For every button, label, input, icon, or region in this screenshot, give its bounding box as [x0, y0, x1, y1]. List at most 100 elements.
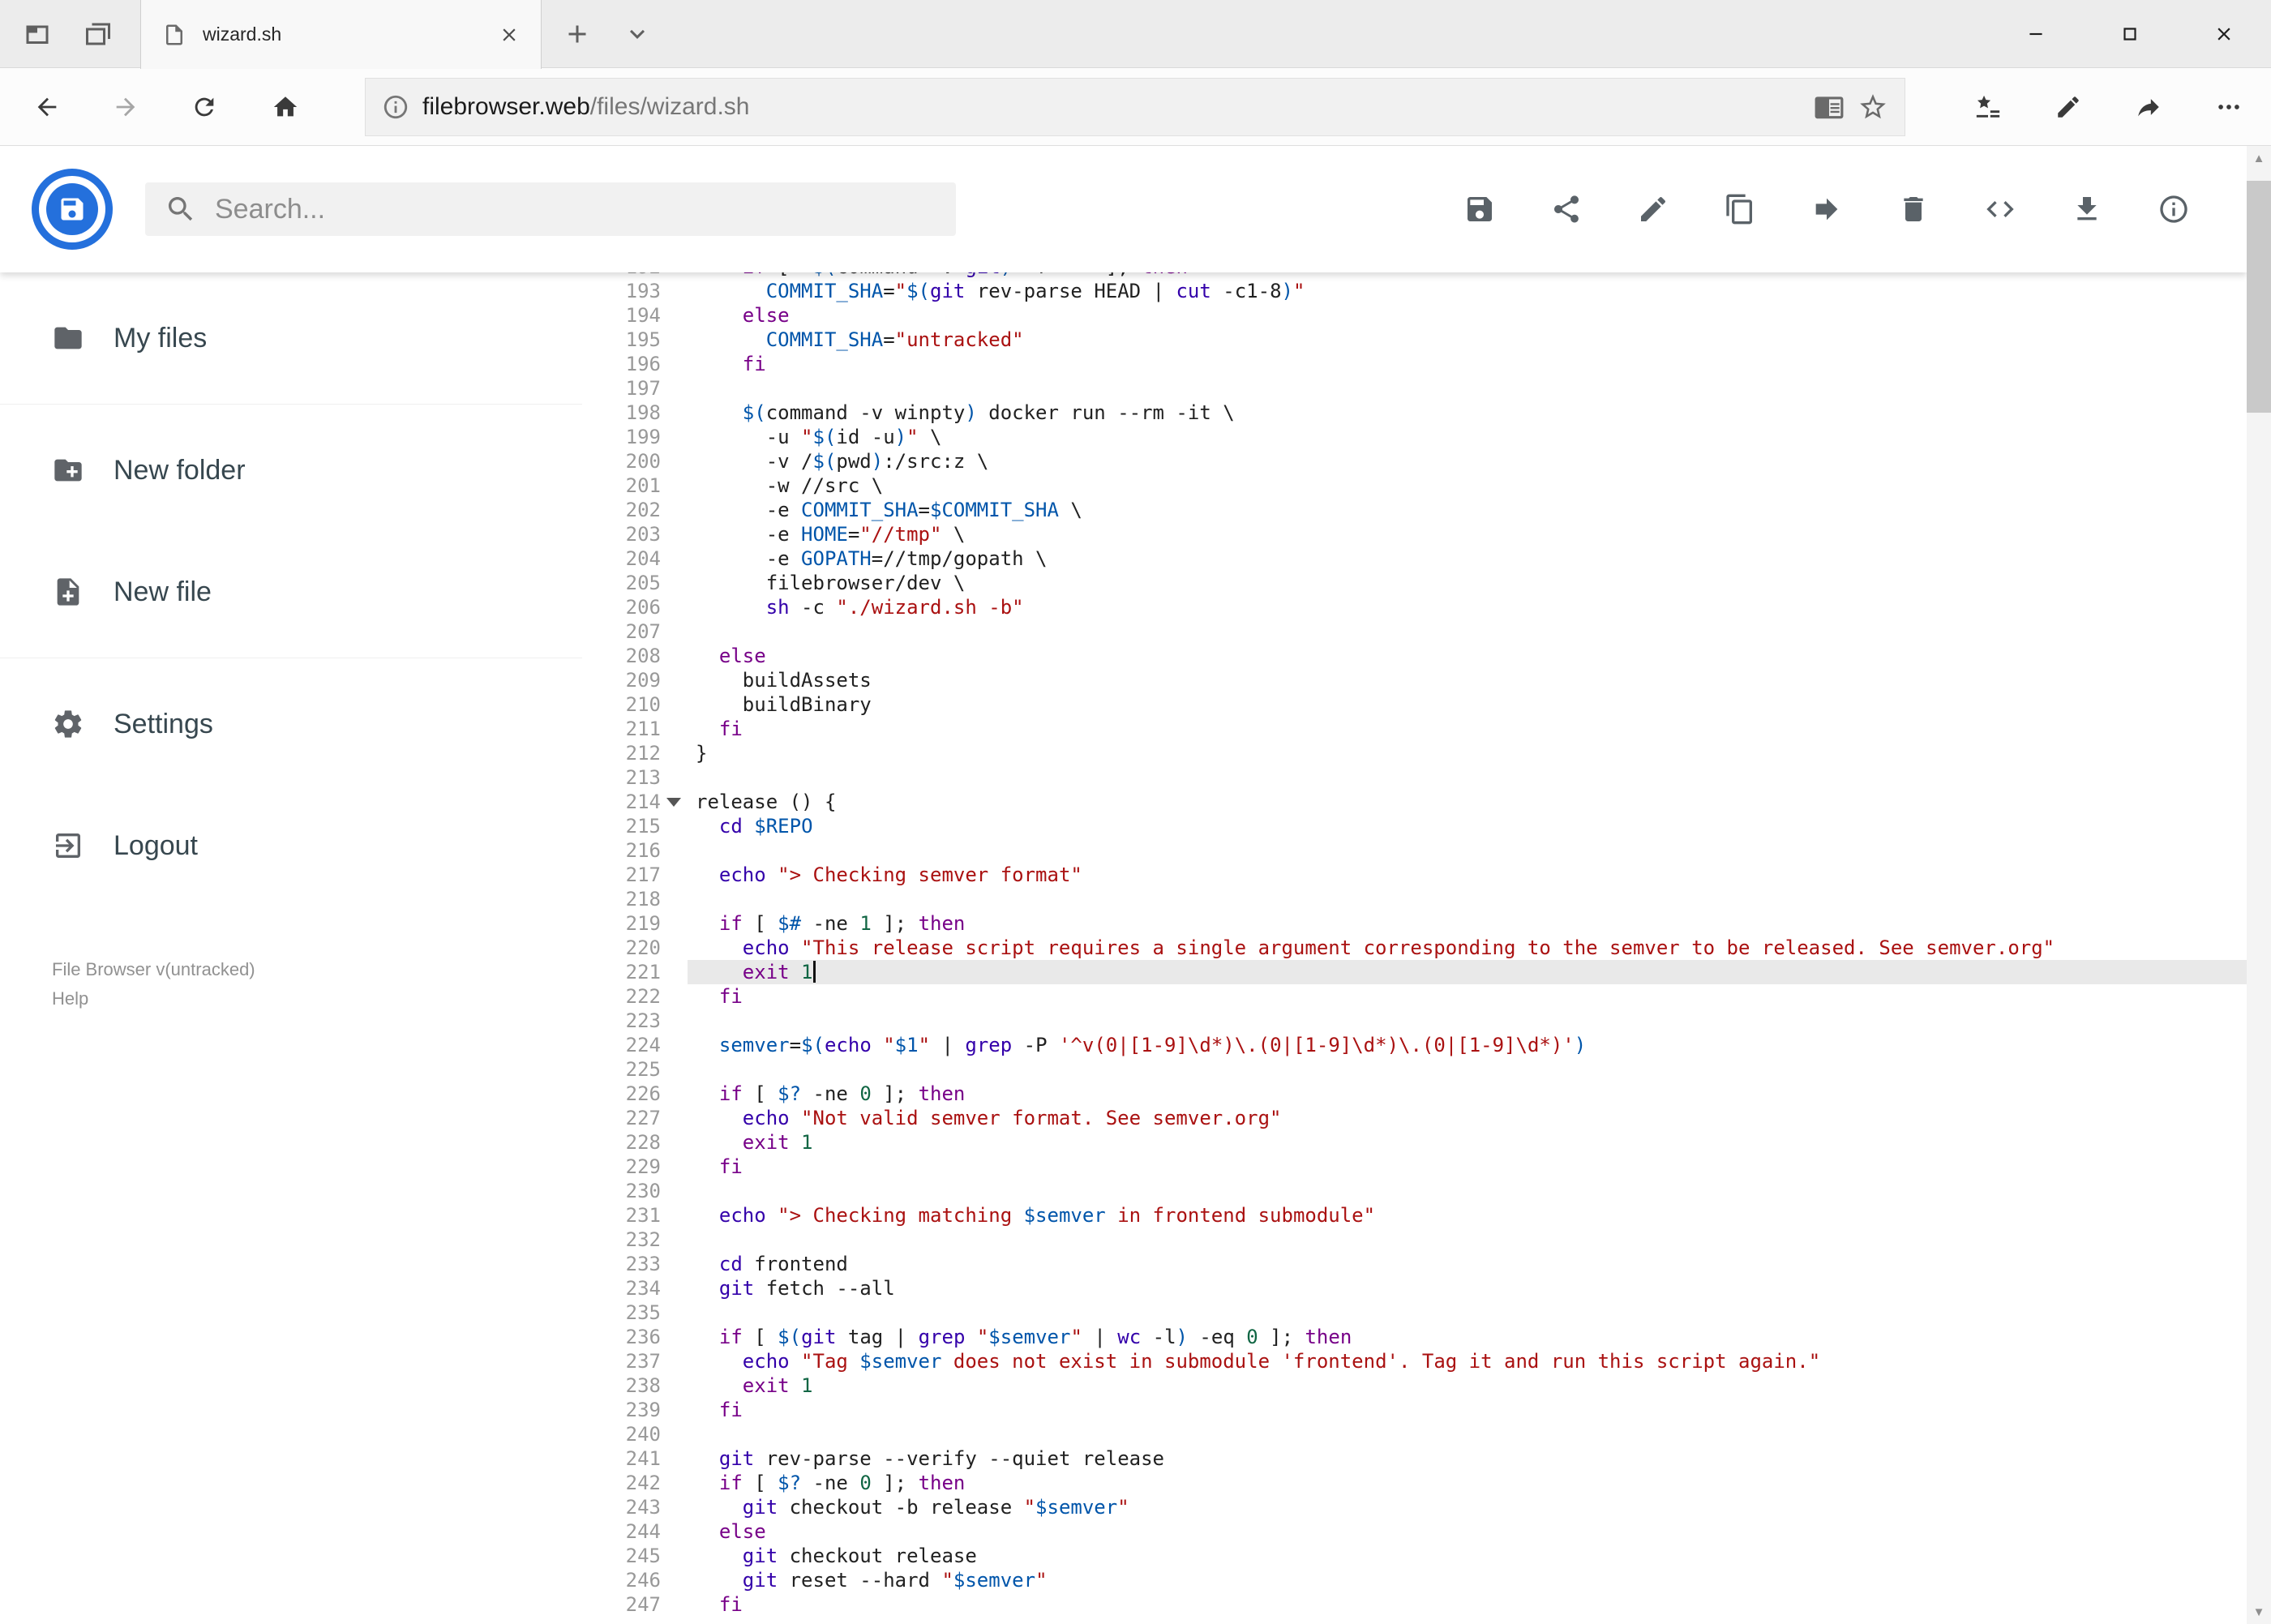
code-line[interactable]: 222 fi	[582, 984, 2247, 1009]
code-line[interactable]: 230	[582, 1179, 2247, 1203]
code-line[interactable]: 239 fi	[582, 1398, 2247, 1422]
code-line[interactable]: 205 filebrowser/dev \	[582, 571, 2247, 595]
raw-code-button[interactable]	[1984, 193, 2016, 225]
code-line[interactable]: 217 echo "> Checking semver format"	[582, 863, 2247, 887]
code-line[interactable]: 232	[582, 1228, 2247, 1252]
code-line[interactable]: 225	[582, 1057, 2247, 1082]
page-scrollbar[interactable]: ▲ ▼	[2247, 146, 2271, 1624]
new-tab-button[interactable]	[563, 19, 592, 49]
code-line[interactable]: 213	[582, 765, 2247, 790]
save-button[interactable]	[1463, 193, 1496, 225]
code-line[interactable]: 215 cd $REPO	[582, 814, 2247, 838]
reading-view-icon[interactable]	[1814, 92, 1845, 122]
web-notes-button[interactable]	[2046, 84, 2091, 130]
code-line[interactable]: 209 buildAssets	[582, 668, 2247, 692]
code-line[interactable]: 219 if [ $# -ne 1 ]; then	[582, 911, 2247, 936]
code-line[interactable]: 221 exit 1	[582, 960, 2247, 984]
browser-tab[interactable]: wizard.sh	[140, 0, 542, 69]
hub-favorites-button[interactable]	[1965, 84, 2011, 130]
code-line[interactable]: 247 fi	[582, 1592, 2247, 1617]
code-line[interactable]: 199 -u "$(id -u)" \	[582, 425, 2247, 449]
edit-button[interactable]	[1637, 193, 1669, 225]
code-line[interactable]: 210 buildBinary	[582, 692, 2247, 717]
code-line[interactable]: 204 -e GOPATH=//tmp/gopath \	[582, 546, 2247, 571]
code-line[interactable]: 223	[582, 1009, 2247, 1033]
scroll-up-icon[interactable]: ▲	[2247, 146, 2271, 170]
code-line[interactable]: 226 if [ $? -ne 0 ]; then	[582, 1082, 2247, 1106]
favorite-star-icon[interactable]	[1858, 92, 1888, 122]
sidebar-item-my-files[interactable]: My files	[0, 277, 582, 399]
code-line[interactable]: 206 sh -c "./wizard.sh -b"	[582, 595, 2247, 619]
code-line[interactable]: 211 fi	[582, 717, 2247, 741]
code-editor[interactable]: 192 if [ "$(command -v git)" != "" ]; th…	[582, 272, 2247, 1624]
code-line[interactable]: 246 git reset --hard "$semver"	[582, 1568, 2247, 1592]
sidebar-item-new-file[interactable]: New file	[0, 531, 582, 653]
code-line[interactable]: 197	[582, 376, 2247, 401]
code-line[interactable]: 196 fi	[582, 352, 2247, 376]
search-input[interactable]	[215, 193, 936, 225]
code-line[interactable]: 229 fi	[582, 1155, 2247, 1179]
code-line[interactable]: 234 git fetch --all	[582, 1276, 2247, 1300]
delete-button[interactable]	[1897, 193, 1930, 225]
share-button[interactable]	[2126, 84, 2171, 130]
code-line[interactable]: 198 $(command -v winpty) docker run --rm…	[582, 401, 2247, 425]
code-line[interactable]: 212}	[582, 741, 2247, 765]
code-line[interactable]: 214 release () {	[582, 790, 2247, 814]
forward-button[interactable]	[103, 84, 148, 130]
code-line[interactable]: 195 COMMIT_SHA="untracked"	[582, 328, 2247, 352]
sidebar-item-logout[interactable]: Logout	[0, 785, 582, 906]
code-line[interactable]: 240	[582, 1422, 2247, 1446]
code-line[interactable]: 203 -e HOME="//tmp" \	[582, 522, 2247, 546]
minimize-button[interactable]	[1989, 0, 2083, 68]
copy-button[interactable]	[1724, 193, 1756, 225]
code-line[interactable]: 231 echo "> Checking matching $semver in…	[582, 1203, 2247, 1228]
code-line[interactable]: 216	[582, 838, 2247, 863]
back-button[interactable]	[24, 84, 70, 130]
more-options-button[interactable]	[2206, 84, 2252, 130]
info-button[interactable]	[2157, 193, 2190, 225]
code-line[interactable]: 243 git checkout -b release "$semver"	[582, 1495, 2247, 1519]
code-line[interactable]: 202 -e COMMIT_SHA=$COMMIT_SHA \	[582, 498, 2247, 522]
share-button[interactable]	[1550, 193, 1583, 225]
help-link[interactable]: Help	[52, 984, 255, 1013]
code-line[interactable]: 227 echo "Not valid semver format. See s…	[582, 1106, 2247, 1130]
filebrowser-logo[interactable]	[32, 169, 113, 250]
refresh-button[interactable]	[182, 84, 227, 130]
code-line[interactable]: 192 if [ "$(command -v git)" != "" ]; th…	[582, 272, 2247, 279]
tabs-preview-icon[interactable]	[84, 19, 113, 49]
code-line[interactable]: 238 exit 1	[582, 1373, 2247, 1398]
code-line[interactable]: 241 git rev-parse --verify --quiet relea…	[582, 1446, 2247, 1471]
code-line[interactable]: 244 else	[582, 1519, 2247, 1544]
code-line[interactable]: 235	[582, 1300, 2247, 1325]
sidebar-item-new-folder[interactable]: New folder	[0, 409, 582, 531]
site-info-icon[interactable]	[382, 93, 409, 121]
code-line[interactable]: 233 cd frontend	[582, 1252, 2247, 1276]
maximize-button[interactable]	[2083, 0, 2177, 68]
home-button[interactable]	[263, 84, 308, 130]
code-line[interactable]: 200 -v /$(pwd):/src:z \	[582, 449, 2247, 473]
code-line[interactable]: 193 COMMIT_SHA="$(git rev-parse HEAD | c…	[582, 279, 2247, 303]
close-window-button[interactable]	[2177, 0, 2271, 68]
code-line[interactable]: 237 echo "Tag $semver does not exist in …	[582, 1349, 2247, 1373]
code-line[interactable]: 208 else	[582, 644, 2247, 668]
code-line[interactable]: 236 if [ $(git tag | grep "$semver" | wc…	[582, 1325, 2247, 1349]
move-button[interactable]	[1810, 193, 1843, 225]
code-line[interactable]: 194 else	[582, 303, 2247, 328]
scrollbar-thumb[interactable]	[2247, 181, 2271, 413]
code-line[interactable]: 224 semver=$(echo "$1" | grep -P '^v(0|[…	[582, 1033, 2247, 1057]
chevron-down-icon[interactable]	[623, 19, 652, 49]
tab-close-icon[interactable]	[499, 24, 520, 45]
sidebar-item-settings[interactable]: Settings	[0, 663, 582, 785]
code-line[interactable]: 220 echo "This release script requires a…	[582, 936, 2247, 960]
code-line[interactable]: 218	[582, 887, 2247, 911]
set-tabs-aside-icon[interactable]	[23, 19, 52, 49]
scroll-down-icon[interactable]: ▼	[2247, 1600, 2271, 1624]
code-line[interactable]: 207	[582, 619, 2247, 644]
search-box[interactable]	[145, 182, 956, 236]
address-bar[interactable]: filebrowser.web/files/wizard.sh	[365, 78, 1905, 136]
code-line[interactable]: 201 -w //src \	[582, 473, 2247, 498]
download-button[interactable]	[2071, 193, 2103, 225]
code-line[interactable]: 245 git checkout release	[582, 1544, 2247, 1568]
fold-marker-icon[interactable]	[661, 790, 688, 814]
code-line[interactable]: 228 exit 1	[582, 1130, 2247, 1155]
